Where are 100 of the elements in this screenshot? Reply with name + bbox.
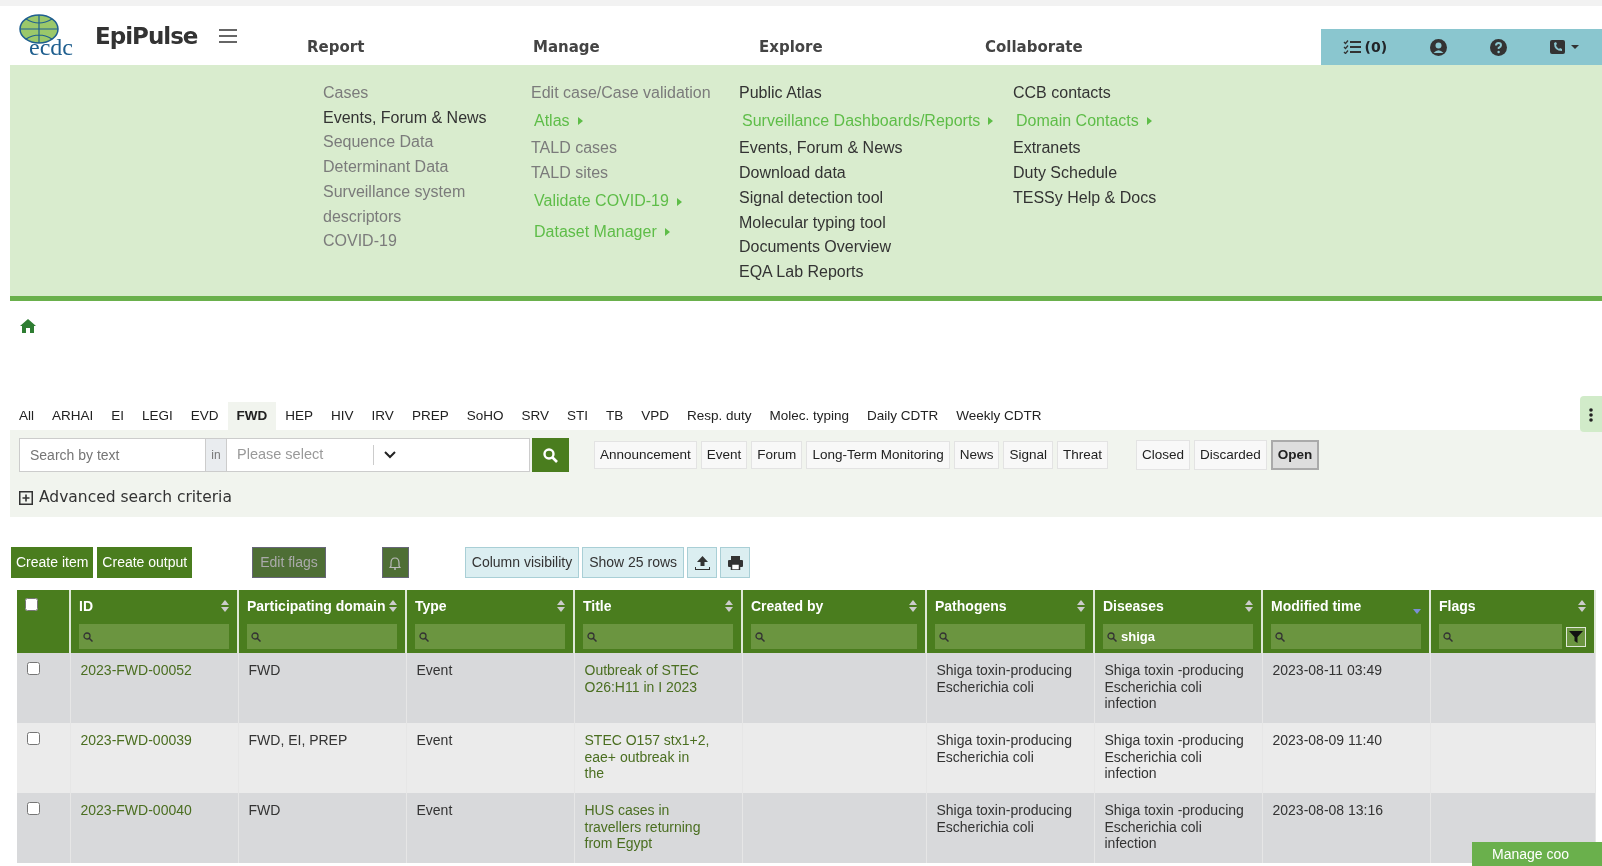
column-header[interactable]: Flags — [1439, 595, 1476, 617]
domain-tab[interactable]: STI — [557, 402, 597, 430]
sort-icon[interactable] — [1578, 600, 1586, 612]
column-header[interactable]: Type — [415, 595, 447, 617]
item-id-link[interactable]: 2023-FWD-00040 — [80, 802, 192, 818]
home-icon[interactable] — [20, 319, 36, 334]
domain-tab[interactable]: HEP — [276, 402, 323, 430]
menu-item[interactable]: TALD cases — [531, 136, 739, 162]
row-checkbox[interactable] — [27, 732, 40, 745]
column-filter-field[interactable]: shiga — [1103, 624, 1253, 649]
domain-tab[interactable]: Resp. duty — [677, 402, 761, 430]
menu-item[interactable]: Duty Schedule — [1013, 161, 1213, 186]
column-filter-field[interactable] — [415, 624, 565, 649]
column-filter-field[interactable] — [583, 624, 733, 649]
search-field[interactable]: Search by text — [19, 438, 206, 472]
domain-tab[interactable]: ARHAI — [43, 402, 103, 430]
notification-button[interactable] — [381, 547, 409, 578]
domain-tab[interactable]: IRV — [362, 402, 403, 430]
phone-dropdown-icon[interactable] — [1550, 39, 1581, 55]
logo[interactable]: ecdc — [17, 13, 85, 59]
column-header[interactable]: Diseases — [1103, 595, 1164, 617]
column-filter-field[interactable] — [79, 624, 229, 649]
task-list-button[interactable]: (0) — [1342, 36, 1388, 58]
create-output-button[interactable]: Create output — [97, 547, 193, 578]
sort-icon[interactable] — [909, 600, 917, 612]
table-cell: 2023-08-09 11:40 — [1272, 732, 1382, 748]
export-button[interactable] — [687, 547, 718, 578]
column-header[interactable]: Created by — [751, 595, 824, 617]
item-id-link[interactable]: 2023-FWD-00039 — [80, 732, 192, 748]
create-item-button[interactable]: Create item — [11, 547, 94, 578]
sort-icon[interactable] — [1245, 600, 1253, 612]
domain-tab[interactable]: Daily CDTR — [858, 402, 948, 430]
more-options-button[interactable] — [1580, 396, 1602, 432]
sort-descending-icon[interactable] — [1413, 608, 1421, 614]
menu-item[interactable]: Molecular typing tool — [739, 210, 1013, 236]
sort-icon[interactable] — [725, 600, 733, 612]
sort-icon[interactable] — [221, 600, 229, 612]
advanced-search-link[interactable]: Advanced search criteria — [19, 486, 1602, 510]
menu-item[interactable]: Public Atlas — [739, 81, 1013, 106]
domain-tab[interactable]: EI — [102, 402, 134, 430]
type-filter-button[interactable]: Long-Term Monitoring — [806, 440, 950, 470]
domain-tab[interactable]: EVD — [181, 402, 228, 430]
domain-tab[interactable]: TB — [596, 402, 633, 430]
status-filter-button[interactable]: Open — [1270, 439, 1320, 471]
select-all-checkbox[interactable] — [25, 598, 38, 611]
menu-item[interactable]: CCB contacts — [1013, 81, 1213, 106]
menu-item[interactable]: Extranets — [1013, 136, 1213, 162]
sort-icon[interactable] — [557, 600, 565, 612]
type-filter-button[interactable]: Signal — [1003, 440, 1053, 470]
domain-tab[interactable]: All — [10, 402, 43, 430]
status-filter-button[interactable]: Discarded — [1194, 439, 1267, 471]
column-filter-field[interactable] — [935, 624, 1085, 649]
row-checkbox[interactable] — [27, 802, 40, 815]
domain-tab[interactable]: SRV — [512, 402, 558, 430]
column-header[interactable]: Pathogens — [935, 595, 1007, 617]
domain-tab[interactable]: LEGI — [133, 402, 182, 430]
sort-icon[interactable] — [389, 600, 397, 612]
search-icon — [1107, 631, 1117, 642]
menu-item[interactable]: Documents Overview — [739, 235, 1013, 260]
status-filter-button[interactable]: Closed — [1136, 439, 1191, 471]
domain-tab[interactable]: SoHO — [457, 402, 513, 430]
menu-item[interactable]: EQA Lab Reports — [739, 259, 1013, 285]
filter-icon[interactable] — [1566, 626, 1586, 647]
column-filter-field[interactable] — [1439, 624, 1562, 649]
menu-item[interactable]: TESSy Help & Docs — [1013, 185, 1213, 211]
column-filter-field[interactable] — [751, 624, 917, 649]
menu-item[interactable]: Events, Forum & News — [739, 136, 1013, 162]
column-header[interactable]: Modified time — [1271, 595, 1362, 617]
type-filter-button[interactable]: News — [953, 440, 1000, 470]
column-visibility-button[interactable]: Column visibility — [464, 547, 580, 578]
menu-item[interactable]: Download data — [739, 161, 1013, 186]
print-button[interactable] — [720, 547, 751, 578]
menu-item[interactable]: Events, Forum & News — [323, 105, 531, 131]
domain-tab[interactable]: FWD — [227, 402, 277, 430]
menu-item[interactable]: Signal detection tool — [739, 185, 1013, 211]
column-filter-field[interactable] — [1271, 624, 1421, 649]
search-button[interactable] — [532, 438, 569, 472]
type-filter-button[interactable]: Forum — [751, 440, 803, 470]
type-filter-button[interactable]: Event — [700, 440, 748, 470]
sort-icon[interactable] — [1077, 600, 1085, 612]
column-filter-field[interactable] — [247, 624, 397, 649]
menu-heading[interactable]: Collaborate — [985, 35, 1211, 59]
domain-tab[interactable]: Molec. typing — [760, 402, 859, 430]
user-icon[interactable] — [1430, 38, 1448, 56]
row-checkbox[interactable] — [27, 662, 40, 675]
menu-heading[interactable]: Manage — [533, 35, 759, 59]
menu-heading[interactable]: Explore — [759, 35, 985, 59]
column-header[interactable]: ID — [79, 595, 93, 617]
domain-tab[interactable]: HIV — [322, 402, 363, 430]
show-rows-button[interactable]: Show 25 rows — [582, 547, 685, 578]
domain-tab[interactable]: VPD — [632, 402, 678, 430]
menu-icon[interactable] — [219, 29, 238, 43]
type-filter-button[interactable]: Threat — [1057, 440, 1108, 470]
item-id-link[interactable]: 2023-FWD-00052 — [80, 662, 192, 678]
menu-heading[interactable]: Report — [307, 35, 533, 59]
column-header[interactable]: Title — [583, 595, 612, 617]
type-filter-button[interactable]: Announcement — [594, 440, 697, 470]
domain-tab[interactable]: Weekly CDTR — [947, 402, 1051, 430]
help-icon[interactable] — [1490, 38, 1508, 56]
domain-tab[interactable]: PREP — [402, 402, 458, 430]
